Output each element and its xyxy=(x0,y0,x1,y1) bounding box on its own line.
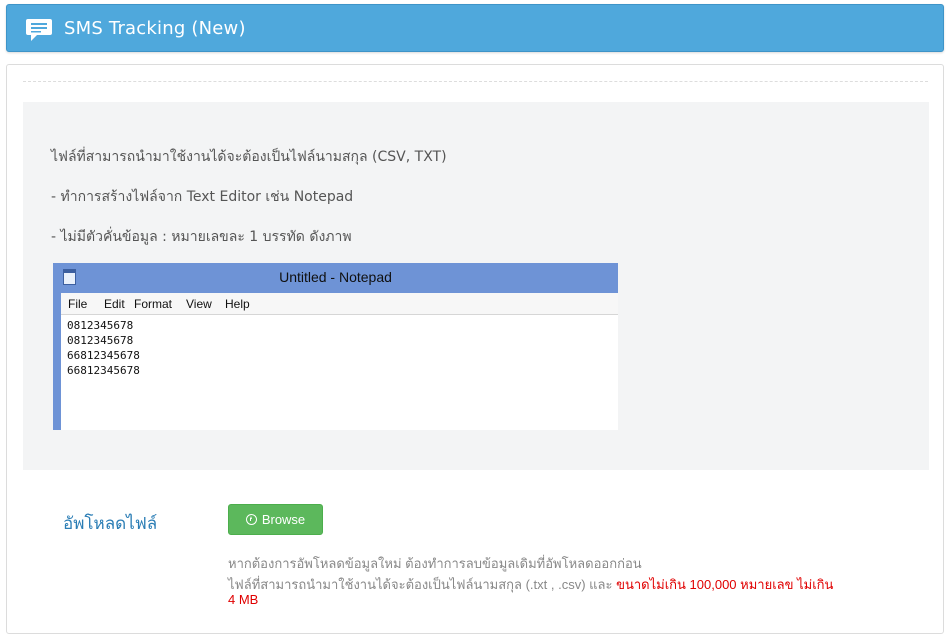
upload-file-label: อัพโหลดไฟล์ xyxy=(63,514,158,534)
notepad-menu-view: View xyxy=(186,297,212,311)
browse-button-label: Browse xyxy=(261,512,306,527)
browse-button[interactable]: Browse xyxy=(228,504,323,535)
info-line-format: - ไม่มีตัวคั่นข้อมูล : หมายเลขละ 1 บรรทั… xyxy=(51,229,352,245)
notepad-menubar: File Edit Format View Help xyxy=(61,293,618,315)
notepad-line: 0812345678 xyxy=(67,334,134,347)
notepad-line: 66812345678 xyxy=(67,364,140,377)
upload-note-file-limits: ไฟล์ที่สามารถนำมาใช้งานได้จะต้องเป็นไฟล์… xyxy=(228,577,838,607)
dashed-divider xyxy=(23,81,928,82)
info-box: ไฟล์ที่สามารถนำมาใช้งานได้จะต้องเป็นไฟล์… xyxy=(23,102,929,470)
chat-bubble-icon xyxy=(26,19,52,41)
info-line-file-types: ไฟล์ที่สามารถนำมาใช้งานได้จะต้องเป็นไฟล์… xyxy=(51,149,447,165)
upload-note-file-types: ไฟล์ที่สามารถนำมาใช้งานได้จะต้องเป็นไฟล์… xyxy=(228,577,617,592)
notepad-left-border xyxy=(53,293,61,430)
notepad-menu-edit: Edit xyxy=(104,297,125,311)
notepad-line: 66812345678 xyxy=(67,349,140,362)
page-header: SMS Tracking (New) xyxy=(6,4,944,52)
notepad-titlebar: Untitled - Notepad xyxy=(53,263,618,293)
page-title: SMS Tracking (New) xyxy=(64,18,246,39)
upload-note-delete-first: หากต้องการอัพโหลดข้อมูลใหม่ ต้องทำการลบข… xyxy=(228,556,642,571)
notepad-title: Untitled - Notepad xyxy=(279,269,392,285)
notepad-example-image: Untitled - Notepad File Edit Format View… xyxy=(53,263,618,430)
upload-circle-icon xyxy=(245,514,257,525)
notepad-content: 0812345678 0812345678 66812345678 668123… xyxy=(67,318,140,378)
notepad-menu-help: Help xyxy=(225,297,250,311)
notepad-menu-file: File xyxy=(68,297,88,311)
notepad-menu-format: Format xyxy=(134,297,173,311)
main-panel: ไฟล์ที่สามารถนำมาใช้งานได้จะต้องเป็นไฟล์… xyxy=(6,64,944,634)
info-line-text-editor: - ทำการสร้างไฟล์จาก Text Editor เช่น Not… xyxy=(51,189,354,205)
notepad-line: 0812345678 xyxy=(67,319,134,332)
